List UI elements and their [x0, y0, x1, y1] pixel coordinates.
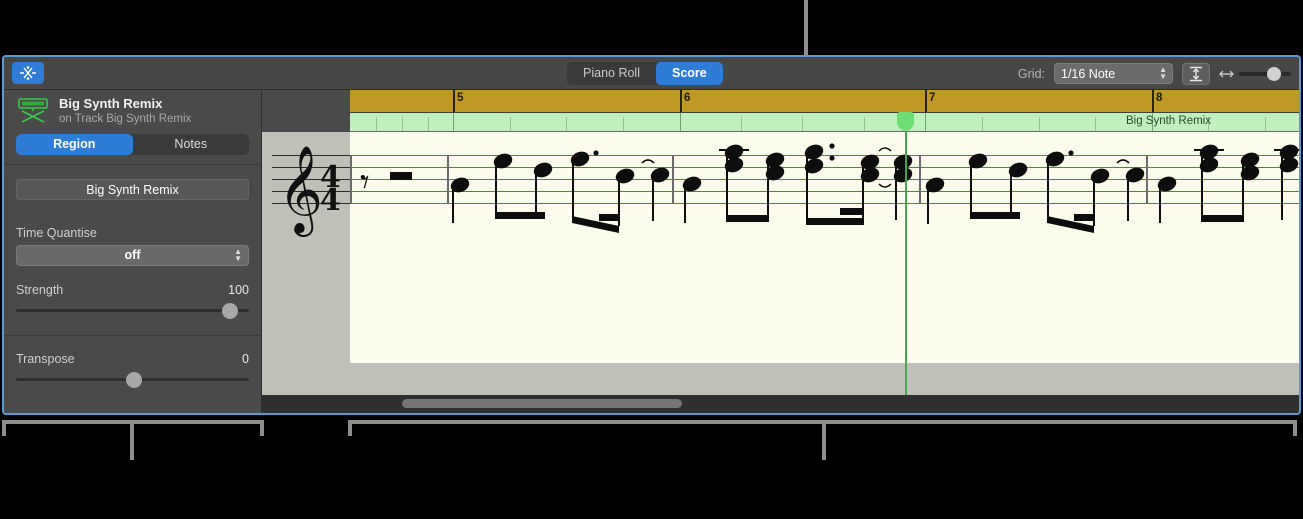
- bar-tick: [1152, 90, 1154, 112]
- region-header: Big Synth Remix on Track Big Synth Remix…: [4, 90, 261, 165]
- zoom-slider-track[interactable]: [1239, 66, 1291, 81]
- region-name-text: Big Synth Remix: [59, 96, 163, 111]
- transpose-value: 0: [242, 351, 249, 366]
- callout-bracket-right-cap-a: [348, 420, 352, 436]
- accent-mark: [1116, 159, 1130, 164]
- region-title-block: Big Synth Remix on Track Big Synth Remix: [59, 96, 191, 127]
- tab-piano-roll[interactable]: Piano Roll: [567, 62, 656, 85]
- beat-tick: [1095, 117, 1096, 131]
- callout-stem-right: [822, 420, 826, 460]
- tab-notes[interactable]: Notes: [133, 134, 250, 155]
- region-identity: Big Synth Remix on Track Big Synth Remix: [4, 96, 261, 134]
- beat-tick: [864, 117, 865, 131]
- horizontal-zoom-slider[interactable]: [1219, 66, 1291, 81]
- time-quantise-dropdown[interactable]: off ▲ ▼: [16, 244, 249, 266]
- chevron-updown-icon: ▲ ▼: [1159, 65, 1167, 81]
- beat-tick: [402, 117, 403, 131]
- bar-ruler[interactable]: 5 6 7 8: [350, 90, 1299, 112]
- grid-controls: Grid: 1/16 Note ▲ ▼: [1018, 61, 1291, 86]
- beat-tick: [566, 117, 567, 131]
- bar-number: 6: [684, 92, 691, 104]
- region-strip-filler: [262, 112, 350, 132]
- transpose-slider[interactable]: [16, 371, 249, 388]
- beat-tick: [510, 117, 511, 131]
- zoom-slider-knob[interactable]: [1267, 66, 1281, 81]
- callout-bracket-left-cap-a: [2, 420, 6, 436]
- strength-slider-knob[interactable]: [222, 302, 238, 319]
- horizontal-scrollbar-thumb[interactable]: [402, 399, 682, 408]
- bar-tick: [680, 90, 682, 112]
- strength-label: Strength: [16, 282, 64, 297]
- chevron-updown-icon: ▲ ▼: [234, 246, 242, 263]
- half-rest: [390, 172, 412, 180]
- callout-stem-left: [130, 420, 134, 460]
- playhead-line: [905, 112, 907, 413]
- merge-tracks-icon[interactable]: [12, 62, 44, 84]
- synth-keyboard-icon: [16, 97, 50, 125]
- vertical-collapse-icon[interactable]: [1182, 62, 1210, 85]
- empty-score-area[interactable]: [262, 363, 1299, 395]
- tab-score[interactable]: Score: [655, 62, 723, 85]
- beat-tick: [802, 117, 803, 131]
- beat-tick: [741, 117, 742, 131]
- tab-region[interactable]: Region: [16, 133, 133, 155]
- beat-tick: [376, 117, 377, 131]
- transpose-label: Transpose: [16, 351, 75, 366]
- beat-tick: [1039, 117, 1040, 131]
- region-inspector-sidebar: Big Synth Remix on Track Big Synth Remix…: [4, 90, 262, 413]
- bar-tick: [453, 113, 454, 131]
- beat-tick: [1265, 117, 1266, 131]
- sidebar-divider: [4, 334, 261, 336]
- grid-value-text: 1/16 Note: [1061, 66, 1116, 81]
- quarter-rest: 𝄾: [360, 162, 370, 203]
- callout-line-top: [804, 0, 808, 55]
- augmentation-dot: [593, 150, 599, 156]
- screenshot-root: Piano Roll Score Grid: 1/16 Note ▲ ▼ Big…: [0, 0, 1303, 519]
- strength-slider-track[interactable]: [16, 308, 249, 312]
- score-canvas[interactable]: 5 6 7 8 Big Synth Remix 𝄞 4 4 𝄾: [262, 90, 1299, 413]
- bar-tick: [453, 90, 455, 112]
- callout-bracket-right-cap-b: [1293, 420, 1297, 436]
- note-group: [925, 150, 1145, 233]
- beat-tick: [623, 117, 624, 131]
- note-group: [682, 143, 913, 225]
- region-name-field[interactable]: Big Synth Remix: [16, 178, 249, 200]
- score-editor-window: Piano Roll Score Grid: 1/16 Note ▲ ▼ Big…: [2, 55, 1301, 415]
- bar-number: 7: [929, 92, 936, 104]
- grid-label: Grid:: [1017, 66, 1045, 81]
- beat-tick: [982, 117, 983, 131]
- bar-number: 5: [457, 92, 464, 104]
- bar-tick: [925, 113, 926, 131]
- accent-mark: [641, 159, 655, 164]
- region-strip-label: Big Synth Remix: [1125, 115, 1211, 127]
- note-group: [450, 150, 670, 233]
- notation-layer: 𝄾: [360, 143, 1299, 233]
- strength-slider[interactable]: [16, 302, 249, 319]
- editor-toolbar: Piano Roll Score Grid: 1/16 Note ▲ ▼: [4, 57, 1299, 90]
- time-quantise-value: off: [124, 248, 141, 263]
- strength-value: 100: [228, 282, 249, 297]
- bar-number: 8: [1156, 92, 1163, 104]
- staff-system[interactable]: 𝄞 4 4 𝄾: [262, 132, 1299, 363]
- param-time-quantise: Time Quantise off ▲ ▼: [4, 226, 261, 266]
- beat-tick: [428, 117, 429, 131]
- grid-value-dropdown[interactable]: 1/16 Note ▲ ▼: [1054, 63, 1173, 84]
- transpose-slider-knob[interactable]: [126, 371, 142, 388]
- param-transpose: Transpose 0: [4, 352, 261, 388]
- region-notes-tabs: Region Notes: [16, 133, 250, 155]
- playhead-marker[interactable]: [897, 112, 914, 131]
- accent-mark: [878, 183, 892, 188]
- region-track-text: on Track Big Synth Remix: [59, 113, 192, 126]
- view-mode-tabs: Piano Roll Score: [567, 62, 723, 85]
- note-group: [1157, 144, 1299, 223]
- bar-tick: [925, 90, 927, 112]
- time-quantise-label: Time Quantise: [16, 225, 97, 240]
- horizontal-resize-icon: [1219, 70, 1234, 77]
- param-strength: Strength 100: [4, 283, 261, 319]
- region-strip[interactable]: Big Synth Remix: [350, 112, 1299, 132]
- accent-mark: [878, 147, 892, 152]
- callout-bracket-left-cap-b: [260, 420, 264, 436]
- bar-tick: [680, 113, 681, 131]
- horizontal-scrollbar-track[interactable]: [262, 395, 1299, 413]
